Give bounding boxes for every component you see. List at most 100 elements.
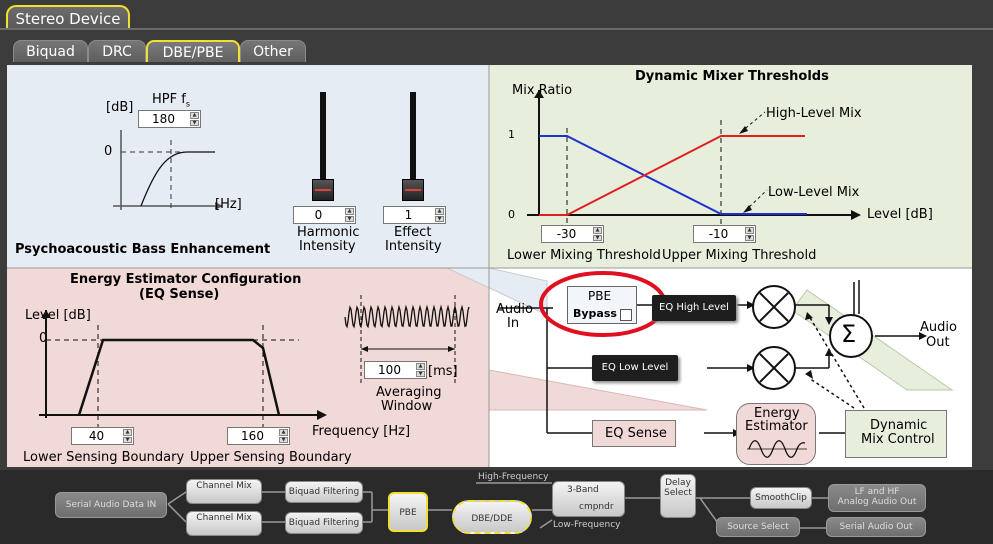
flow-lf-hf-analog-out[interactable]: LF and HF Analog Audio Out [828,484,926,512]
effect-spinbox[interactable]: 1 ▲ ▼ [383,206,446,224]
averaging-label-1: Averaging [376,385,442,400]
sigma-icon: Σ [841,320,857,348]
harmonic-label-1: Harmonic [297,225,360,240]
flow-dbe-dde[interactable]: DBE/DDE [452,500,532,534]
harmonic-label-2: Intensity [299,239,356,254]
flow-channel-mix-2-label: Channel Mix [196,513,252,523]
flow-channel-mix-1[interactable]: Channel Mix [186,479,262,504]
dynamic-mix-label-1: Dynamic [870,418,928,433]
tab-divider [0,28,993,30]
spin-buttons[interactable]: ▲ ▼ [190,112,199,126]
lower-threshold-label: Lower Mixing Threshold [507,248,661,263]
flow-serial-audio-in[interactable]: Serial Audio Data IN [55,492,167,518]
spin-buttons[interactable]: ▲ ▼ [593,227,602,241]
averaging-unit-label: [ms] [428,364,458,379]
effect-label-1: Effect [394,225,432,240]
sine-wave-icon [747,440,807,458]
tab-other[interactable]: Other [240,40,306,62]
mixer-title: Dynamic Mixer Thresholds [635,69,829,84]
hpf-label: HPF fs [152,92,190,109]
tab-drc[interactable]: DRC [88,40,146,62]
flow-smoothclip[interactable]: SmoothClip [750,487,812,509]
low-mix-label: Low-Level Mix [768,185,860,200]
lower-boundary-spinbox[interactable]: 40 ▲ ▼ [71,427,134,445]
flow-biquad-2[interactable]: Biquad Filtering [285,512,363,534]
effect-label-2: Intensity [385,239,442,254]
harmonic-spinbox[interactable]: 0 ▲ ▼ [293,206,356,224]
flow-channel-mix-2[interactable]: Channel Mix [186,511,262,536]
flow-delay-label: Delay [665,478,691,488]
hz-label: [Hz] [215,197,242,212]
flow-three-band-label: 3-Band [567,485,599,495]
audio-out-label-1: Audio [920,320,957,335]
flow-biquad-1[interactable]: Biquad Filtering [285,481,363,503]
upper-boundary-spinbox[interactable]: 160 ▲ ▼ [227,427,290,445]
flow-serial-audio-out[interactable]: Serial Audio Out [826,517,926,537]
averaging-window-value: 100 [378,363,401,377]
flow-low-frequency-label: Low-Frequency [553,520,621,530]
eq-high-level-block[interactable]: EQ High Level [652,295,736,321]
db-label: [dB] [106,100,134,115]
flow-high-frequency-label: High-Frequency [478,472,549,482]
flow-lf-hf-label-1: LF and HF [854,487,900,497]
upper-boundary-label: Upper Sensing Boundary [190,450,352,465]
averaging-label-2: Window [381,399,433,414]
high-mix-label: High-Level Mix [766,106,862,121]
upper-boundary-value: 160 [241,429,264,443]
eq-sense-plot [39,310,327,435]
multiplier-high-icon [752,285,796,329]
tab-dbe-pbe[interactable]: DBE/PBE [146,40,240,62]
dynamic-mix-control-block[interactable]: Dynamic Mix Control [845,410,947,458]
energy-estimator-block[interactable]: Energy Estimator [736,403,816,465]
eq-low-level-block[interactable]: EQ Low Level [592,355,678,381]
energy-estimator-label-2: Estimator [745,419,808,434]
energy-title-2: (EQ Sense) [139,287,220,302]
flow-three-band-cmpndr[interactable]: 3-Band cmpndr [552,481,625,517]
level-db-label: Level [dB] [867,207,933,222]
hpf-frequency-value: 180 [152,112,175,126]
flow-pbe[interactable]: PBE [388,492,428,532]
audio-out-label-2: Out [926,335,950,350]
eq-sense-label: EQ Sense [605,426,667,441]
eq-sense-block[interactable]: EQ Sense [592,420,676,447]
effect-value: 1 [404,208,413,222]
device-tab[interactable]: Stereo Device [6,5,130,30]
frequency-hz-label: Frequency [Hz] [312,424,411,439]
harmonic-value: 0 [314,208,323,222]
lower-threshold-value: -30 [556,227,577,241]
spin-buttons[interactable]: ▲ ▼ [279,429,288,443]
flow-cmpndr-label: cmpndr [579,502,614,512]
effect-fader-knob[interactable] [402,179,424,201]
upper-threshold-value: -10 [708,227,729,241]
lower-boundary-label: Lower Sensing Boundary [23,450,185,465]
flow-delay-select[interactable]: Delay Select [660,474,696,518]
audio-in-label-1: Audio [496,302,533,317]
hpf-curve [113,130,223,210]
harmonic-fader-knob[interactable] [312,179,334,201]
spin-buttons[interactable]: ▲ ▼ [745,227,754,241]
lower-threshold-spinbox[interactable]: -30 ▲ ▼ [541,225,604,243]
spin-buttons[interactable]: ▲ ▼ [345,208,354,222]
multiplier-low-icon [752,346,796,390]
flow-select-label: Select [664,488,692,498]
flow-lf-hf-label-2: Analog Audio Out [837,497,917,507]
lower-boundary-value: 40 [88,429,105,443]
mix-zero-label: 0 [508,208,515,221]
spin-buttons[interactable]: ▲ ▼ [435,208,444,222]
energy-title-1: Energy Estimator Configuration [70,272,302,287]
tab-biquad[interactable]: Biquad [13,40,88,62]
spin-buttons[interactable]: ▲ ▼ [416,363,425,377]
upper-threshold-label: Upper Mixing Threshold [662,248,817,263]
main-panel: [dB] HPF fs 180 ▲ ▼ 0 [Hz] Psychoacoustic… [7,65,972,467]
hpf-label-sub: s [185,99,190,109]
spin-buttons[interactable]: ▲ ▼ [123,429,132,443]
flow-source-select[interactable]: Source Select [716,517,800,537]
flow-channel-mix-1-label: Channel Mix [196,481,252,491]
mix-one-label: 1 [508,128,515,141]
audio-in-label-2: In [507,316,520,331]
upper-threshold-spinbox[interactable]: -10 ▲ ▼ [693,225,756,243]
hpf-label-text: HPF f [152,92,186,107]
averaging-window-spinbox[interactable]: 100 ▲ ▼ [364,361,427,379]
pbe-title: Psychoacoustic Bass Enhancement [15,242,271,257]
hpf-frequency-spinbox[interactable]: 180 ▲ ▼ [138,110,201,128]
